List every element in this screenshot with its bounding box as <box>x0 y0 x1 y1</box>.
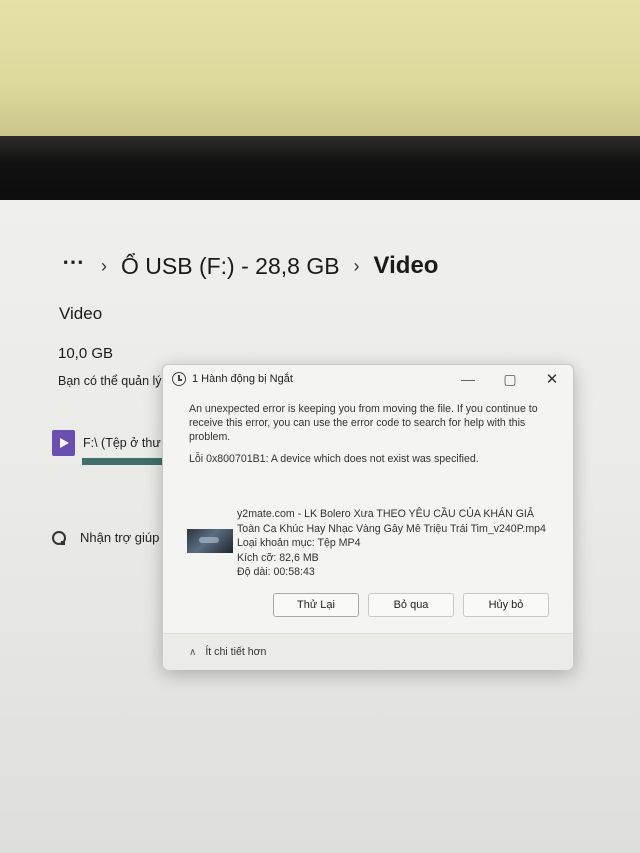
retry-button[interactable]: Thử Lại <box>273 593 359 617</box>
help-chat-icon <box>52 530 66 545</box>
breadcrumb-overflow-button[interactable]: ⋯ <box>62 249 85 275</box>
chevron-right-icon: › <box>101 255 107 276</box>
transfer-item-label: F:\ (Tệp ở thư m <box>83 436 175 450</box>
file-size: Kích cỡ: 82,6 MB <box>237 551 319 564</box>
file-duration: Độ dài: 00:58:43 <box>237 566 315 578</box>
file-name-line-1: y2mate.com - LK Bolero Xưa THEO YÊU CẦU … <box>237 508 534 520</box>
video-file-icon <box>52 430 75 456</box>
get-help-label: Nhận trợ giúp <box>80 530 160 545</box>
file-explorer-window: ⋯ › Ổ USB (F:) - 28,8 GB › Video Video 1… <box>0 200 640 853</box>
transfer-progress-bar <box>82 458 172 465</box>
error-code: Lỗi 0x800701B1: A device which does not … <box>189 453 479 465</box>
breadcrumb-folder[interactable]: Video <box>374 252 439 280</box>
background-wall <box>0 0 640 140</box>
minimize-button[interactable]: — <box>447 365 489 393</box>
dialog-body: An unexpected error is keeping you from … <box>163 393 573 465</box>
window-controls: — ▢ ✕ <box>447 365 573 393</box>
fewer-details-toggle[interactable]: ∧ Ít chi tiết hơn <box>163 633 573 670</box>
error-message: An unexpected error is keeping you from … <box>189 403 538 443</box>
breadcrumb: ⋯ › Ổ USB (F:) - 28,8 GB › Video <box>62 249 452 280</box>
video-thumbnail <box>187 529 233 553</box>
error-dialog: 1 Hành động bị Ngắt — ▢ ✕ An unexpected … <box>162 364 574 670</box>
transfer-progress-fill <box>82 458 163 465</box>
fewer-details-label: Ít chi tiết hơn <box>205 646 267 658</box>
skip-button[interactable]: Bỏ qua <box>368 593 454 617</box>
breadcrumb-drive[interactable]: Ổ USB (F:) - 28,8 GB <box>121 253 340 280</box>
manage-description: Bạn có thể quản lý c <box>58 374 172 388</box>
get-help-link[interactable]: Nhận trợ giúp <box>52 530 159 545</box>
cancel-button[interactable]: Hủy bỏ <box>463 593 549 617</box>
file-details: y2mate.com - LK Bolero Xưa THEO YÊU CẦU … <box>237 507 546 580</box>
dialog-title: 1 Hành động bị Ngắt <box>192 373 293 385</box>
folder-size: 10,0 GB <box>58 345 114 362</box>
monitor-bezel <box>0 136 640 298</box>
file-info: y2mate.com - LK Bolero Xưa THEO YÊU CẦU … <box>187 507 546 580</box>
chevron-right-icon: › <box>353 255 360 276</box>
chevron-up-icon: ∧ <box>189 646 197 658</box>
close-button[interactable]: ✕ <box>531 365 573 393</box>
file-type: Loại khoản mục: Tệp MP4 <box>237 537 361 549</box>
dialog-titlebar: 1 Hành động bị Ngắt — ▢ ✕ <box>163 365 573 393</box>
transfer-item[interactable]: F:\ (Tệp ở thư m <box>52 430 175 456</box>
section-title: Video <box>59 304 103 323</box>
clock-icon <box>172 372 186 386</box>
maximize-button[interactable]: ▢ <box>489 365 531 393</box>
dialog-buttons: Thử Lại Bỏ qua Hủy bỏ <box>273 593 558 617</box>
file-name-line-2: Toàn Ca Khúc Hay Nhạc Vàng Gây Mê Triệu … <box>237 522 546 535</box>
